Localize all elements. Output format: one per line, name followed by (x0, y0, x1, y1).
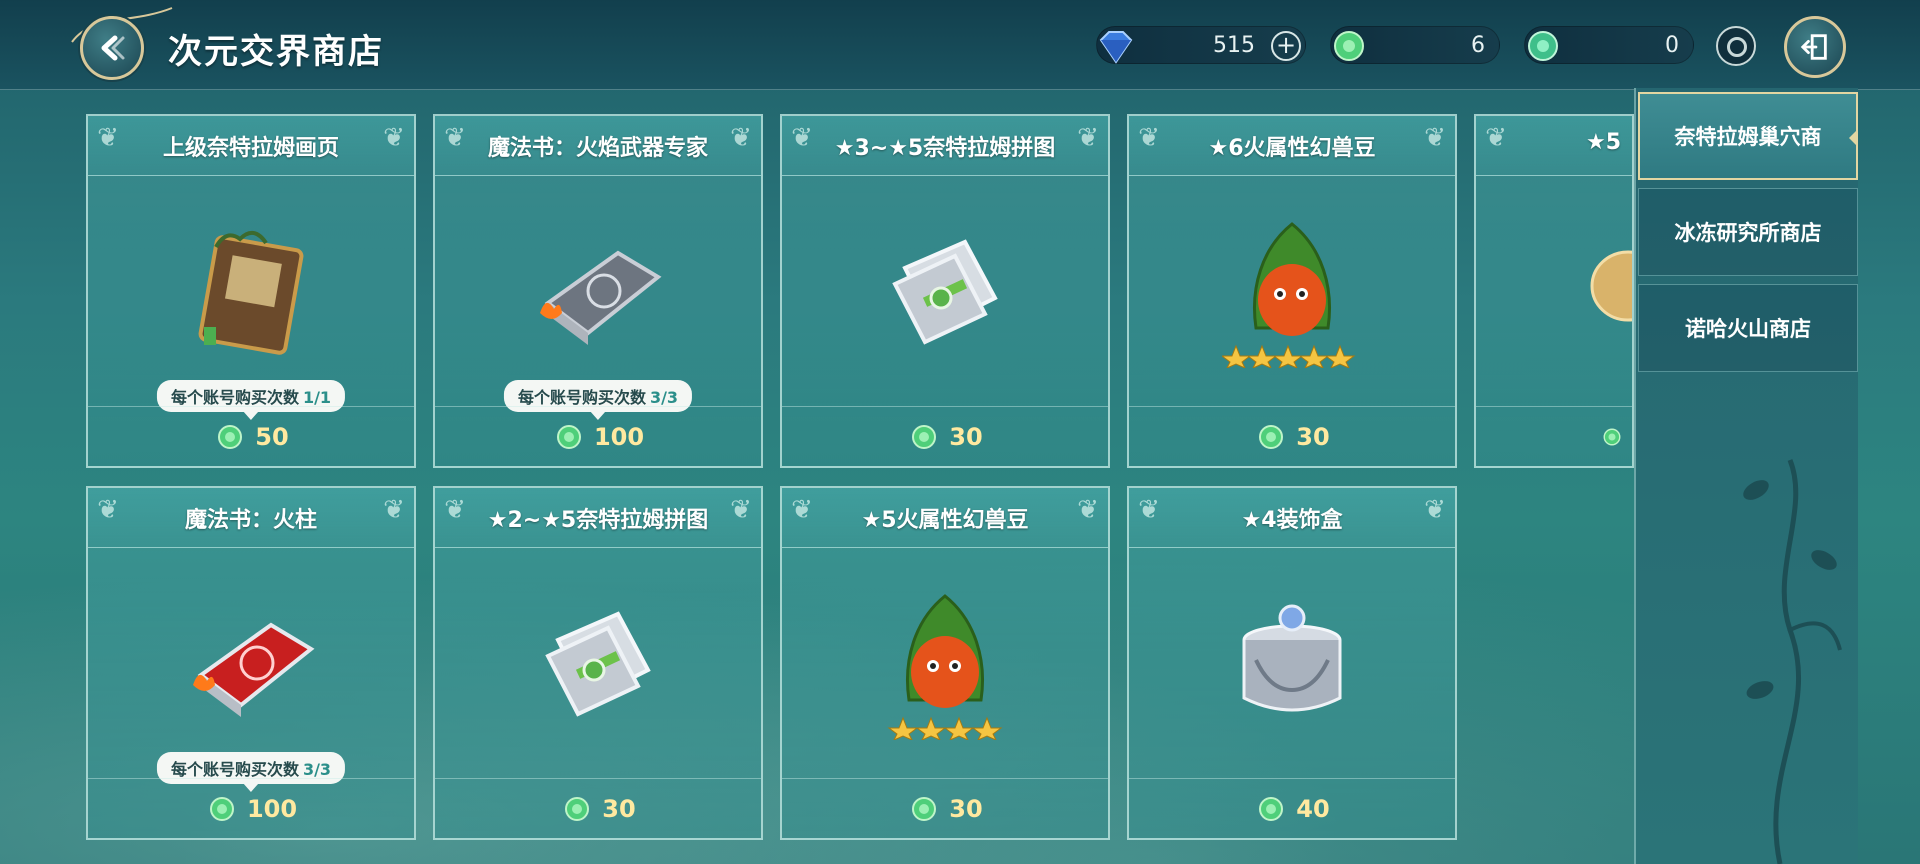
green-crystal-icon (556, 424, 581, 449)
item-price: 30 (949, 794, 983, 823)
shop-item-card[interactable]: ❦ ❦ ★3~★5奈特拉姆拼图 30 (780, 114, 1110, 468)
shop-item-card-partial[interactable]: ❦ ★5 (1474, 114, 1634, 468)
item-price: 50 (255, 422, 289, 451)
card-header: ❦ ❦ ★5火属性幻兽豆 (782, 488, 1108, 548)
shop-item-card[interactable]: ❦ ❦ ★6火属性幻兽豆 30 (1127, 114, 1457, 468)
card-header: ❦ ❦ ★6火属性幻兽豆 (1129, 116, 1455, 176)
green-crystal-icon (1259, 424, 1284, 449)
puzzle-pack-icon (545, 611, 651, 717)
price-row: 30 (1129, 406, 1455, 466)
card-header: ❦ ❦ 上级奈特拉姆画页 (88, 116, 414, 176)
green-crystal-icon (209, 796, 234, 821)
item-name: ★6火属性幻兽豆 (1208, 136, 1376, 161)
price-row: 30 (782, 406, 1108, 466)
card-header: ❦ ❦ ★3~★5奈特拉姆拼图 (782, 116, 1108, 176)
tab-frozen-lab-shop[interactable]: 冰冻研究所商店 (1638, 188, 1858, 276)
crystal-count-1: 6 (1471, 33, 1485, 58)
fire-bean-icon (1222, 222, 1356, 368)
puzzle-pack-icon (892, 239, 998, 345)
item-name: ★4装饰盒 (1241, 508, 1343, 533)
item-name: 魔法书：火焰武器专家 (487, 136, 708, 161)
shop-item-card[interactable]: ❦ ❦ 魔法书：火柱 每个账号购买次数 3/3 100 (86, 486, 416, 840)
exit-door-icon (1800, 34, 1827, 60)
item-price: 40 (1296, 794, 1330, 823)
back-button[interactable] (80, 16, 144, 80)
item-name: 上级奈特拉姆画页 (162, 136, 339, 161)
diamond-count: 515 (1213, 33, 1255, 58)
item-name: ★3~★5奈特拉姆拼图 (834, 136, 1056, 161)
shop-item-card[interactable]: ❦ ❦ 魔法书：火焰武器专家 每个账号购买次数 3/3 100 (433, 114, 763, 468)
vine-decoration-icon (1743, 459, 1842, 864)
item-name: ★2~★5奈特拉姆拼图 (487, 508, 709, 533)
crystal-count-2: 0 (1665, 33, 1679, 58)
card-header: ❦ ❦ 魔法书：火焰武器专家 (435, 116, 761, 176)
green-crystal-icon (912, 796, 937, 821)
fire-bean-icon (887, 594, 1003, 740)
gray-spellbook-icon (540, 250, 662, 345)
green-crystal-icon (912, 424, 937, 449)
green-crystal-icon (218, 424, 243, 449)
price-row: 40 (1129, 778, 1455, 838)
item-name: 魔法书：火柱 (184, 508, 317, 533)
green-crystal-icon (1528, 31, 1558, 61)
page-title: 次元交界商店 (168, 32, 384, 72)
decor-box-icon (1242, 604, 1342, 712)
price-row: 100 (435, 406, 761, 466)
card-header: ❦ ❦ 魔法书：火柱 (88, 488, 414, 548)
add-diamond-button[interactable]: + (1271, 31, 1301, 61)
item-name: ★5 (1586, 130, 1622, 155)
green-crystal-icon (1334, 31, 1364, 61)
back-arrow-icon (101, 35, 125, 61)
item-price: 100 (246, 794, 298, 823)
currency-diamond: 515 + (1096, 26, 1306, 64)
leaf-ornament-icon: ❦ (1485, 123, 1507, 153)
shop-item-card[interactable]: ❦ ❦ ★5火属性幻兽豆 30 (780, 486, 1110, 840)
item-price: 30 (602, 794, 636, 823)
blue-diamond-icon (1099, 31, 1133, 64)
card-header: ❦ ❦ ★2~★5奈特拉姆拼图 (435, 488, 761, 548)
card-header: ❦ ★5 (1476, 116, 1632, 176)
red-spellbook-icon (193, 622, 315, 717)
card-header: ❦ ❦ ★4装饰盒 (1129, 488, 1455, 548)
green-crystal-icon (1603, 428, 1621, 445)
tab-nettram-nest-shop[interactable]: 奈特拉姆巢穴商 (1638, 92, 1858, 180)
price-row: 30 (782, 778, 1108, 838)
item-price: 30 (1296, 422, 1330, 451)
price-row: 100 (88, 778, 414, 838)
shop-item-card[interactable]: ❦ ❦ ★2~★5奈特拉姆拼图 30 (433, 486, 763, 840)
brown-book-icon (198, 231, 304, 355)
item-price: 30 (949, 422, 983, 451)
refresh-ring-button[interactable] (1716, 26, 1756, 66)
item-price: 100 (593, 422, 645, 451)
price-row (1476, 406, 1632, 466)
exit-button[interactable] (1784, 16, 1846, 78)
shop-item-card[interactable]: ❦ ❦ ★4装饰盒 40 (1127, 486, 1457, 840)
green-crystal-icon (1259, 796, 1284, 821)
price-row: 50 (88, 406, 414, 466)
tab-noha-volcano-shop[interactable]: 诺哈火山商店 (1638, 284, 1858, 372)
price-row: 30 (435, 778, 761, 838)
currency-crystal-1: 6 (1330, 26, 1500, 64)
decor-box-icon (1590, 250, 1632, 322)
shop-item-card[interactable]: ❦ ❦ 上级奈特拉姆画页 每个账号购买次数 1/1 50 (86, 114, 416, 468)
currency-crystal-2: 0 (1524, 26, 1694, 64)
top-bar: 次元交界商店 515 + 6 0 (0, 0, 1920, 90)
green-crystal-icon (565, 796, 590, 821)
item-name: ★5火属性幻兽豆 (861, 508, 1029, 533)
